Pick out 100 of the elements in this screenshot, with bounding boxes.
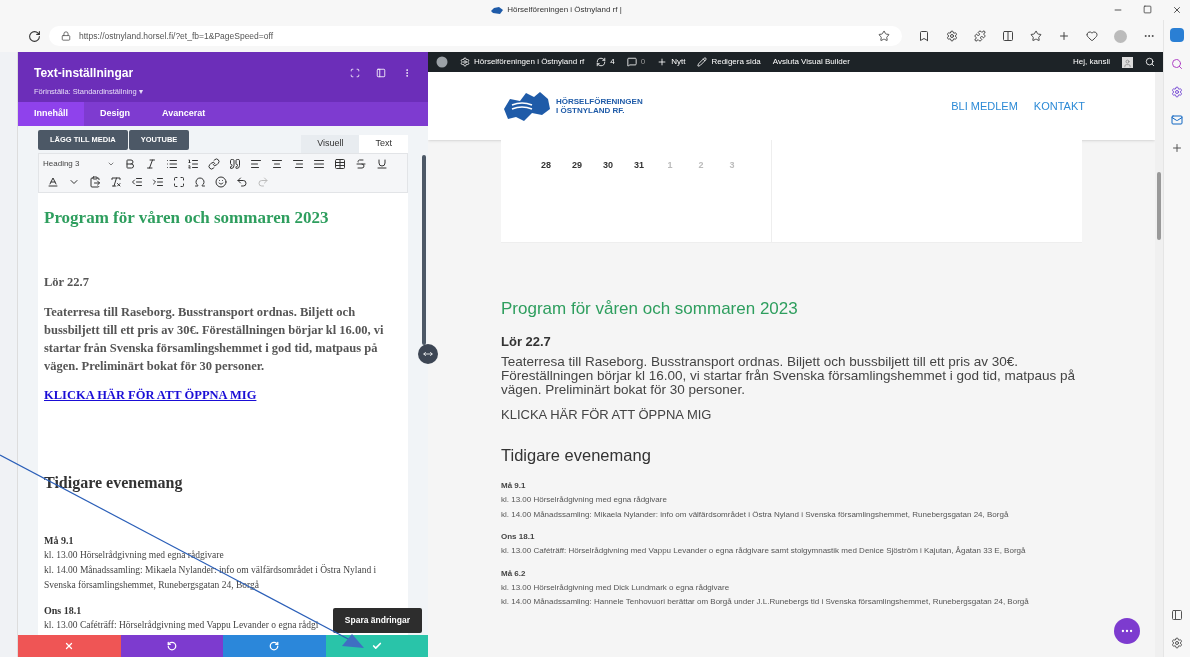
caret-icon (107, 160, 115, 168)
panel-tab[interactable]: Design (84, 102, 147, 126)
calendar-day[interactable]: 28 (537, 159, 555, 242)
omega-icon[interactable] (194, 176, 206, 188)
bold-icon[interactable] (124, 158, 136, 170)
maximize-icon[interactable] (1143, 5, 1152, 14)
panel-tab[interactable]: Avancerat (146, 102, 222, 126)
arrows-icon (423, 349, 433, 359)
event-date: Ons 18.1 (44, 604, 83, 618)
align-center-icon[interactable] (271, 158, 283, 170)
event-date: Må 6.2 (501, 567, 527, 580)
justify-icon[interactable] (313, 158, 325, 170)
strikethrough-icon[interactable] (355, 158, 367, 170)
tools-icon[interactable] (1171, 86, 1183, 98)
logo-text: I ÖSTNYLAND RF. (556, 106, 626, 115)
outdent-icon[interactable] (131, 176, 143, 188)
logo-icon[interactable] (502, 89, 552, 123)
close-icon (64, 641, 75, 651)
panel-scrollbar[interactable] (422, 155, 426, 345)
paste-icon[interactable] (89, 176, 101, 188)
save-tooltip: Spara ändringar (332, 608, 422, 633)
reload-icon[interactable] (28, 29, 41, 43)
calendar-day[interactable]: 31 (630, 159, 648, 242)
event-line: kl. 13.00 Hörselrådgivning med egna rådgivare (44, 549, 224, 562)
event-line: kl. 13.00 Caféträff: Hörselrådgivning med Vappu Levander o egna rådgivare samt stolgymnastik med Denice Sjöström i Kajutan, Ågatan 33 E, Borgå (501, 545, 1027, 558)
plus-icon (657, 57, 668, 67)
extensions-icon[interactable] (974, 30, 986, 42)
event-line: kl. 13.00 Hörselrådgivning med Dick Lundmark o egna rådgivare (501, 581, 731, 594)
indent-icon[interactable] (152, 176, 164, 188)
table-icon[interactable] (334, 158, 346, 170)
add-icon[interactable] (1171, 142, 1183, 154)
editor-link[interactable]: KLICKA HÄR FÖR ATT ÖPPNA MIG (44, 386, 402, 405)
split-screen-icon[interactable] (1002, 30, 1014, 42)
focus-icon[interactable] (350, 68, 360, 78)
settings-icon[interactable] (1171, 637, 1183, 649)
check-icon (371, 641, 382, 651)
bullet-list-icon[interactable] (166, 158, 178, 170)
page-heading: Program för våren och sommaren 2023 (501, 298, 799, 320)
emoji-icon[interactable] (215, 176, 227, 188)
mail-icon[interactable] (1171, 114, 1183, 126)
exit-builder-link[interactable]: Avsluta Visual Builder (772, 56, 850, 68)
dock-icon[interactable] (376, 68, 386, 78)
pencil-icon (697, 57, 708, 67)
event-line: kl. 13.00 Caféträff: Hörselrådgivning med Vappu Levander o egna rådgi (44, 619, 319, 632)
collections-icon[interactable] (1058, 30, 1070, 42)
page-section-heading: Tidigare evenemang (501, 444, 652, 466)
clear-format-icon[interactable] (110, 176, 122, 188)
numbered-list-icon[interactable] (187, 158, 199, 170)
text-color-icon[interactable] (47, 176, 59, 188)
account-link[interactable]: Hej, kansli (1073, 56, 1110, 68)
address-field[interactable]: https://ostnyland.horsel.fi/?et_fb=1&PageSpeed=off (49, 26, 902, 46)
page-link[interactable]: KLICKA HÄR FÖR ATT ÖPPNA MIG (501, 405, 1082, 425)
comments-link[interactable]: 0 (626, 56, 646, 68)
search-icon[interactable] (1145, 57, 1155, 67)
user-icon (1123, 58, 1132, 68)
link-icon[interactable] (208, 158, 220, 170)
sidebar-icon[interactable] (1171, 609, 1183, 621)
favorite-icon[interactable] (878, 30, 890, 42)
quote-icon[interactable] (229, 158, 241, 170)
refresh-icon (596, 57, 607, 67)
editor-tab[interactable]: Text (359, 135, 408, 153)
site-name-link[interactable]: Hörselföreningen i Östnyland rf (460, 56, 585, 68)
favorites-icon[interactable] (1030, 30, 1042, 42)
page-scrollbar[interactable] (1155, 72, 1163, 657)
page-date: Lör 22.7 (501, 332, 552, 351)
editor-area[interactable] (38, 193, 408, 635)
resize-handle[interactable] (418, 344, 438, 364)
updates-link[interactable]: 4 (596, 56, 615, 68)
event-line: kl. 13.00 Hörselrådgivning med egna rådgivare (501, 494, 668, 507)
calendar-day[interactable]: 29 (568, 159, 586, 242)
page-paragraph: Teaterresa till Raseborg. Busstransport ordnas. Biljett och bussbiljett till ett pris av 30€. Föreställningen börjar kl 16.00, vi startar från Svenska församlingshemmet i god tid, matpaus på vägen. Preliminärt bokat för 30 personer. (501, 355, 1077, 397)
undo-icon[interactable] (236, 176, 248, 188)
event-date: Ons 18.1 (501, 531, 536, 544)
panel-title: Text-inställningar (34, 65, 135, 82)
underline-icon[interactable] (376, 158, 388, 170)
calendar-day[interactable]: 30 (599, 159, 617, 242)
event-date: Må 9.1 (501, 480, 527, 493)
nav-link[interactable]: BLI MEDLEM (951, 97, 1018, 115)
format-select[interactable]: Heading 3 (43, 158, 115, 170)
undo-icon (166, 641, 177, 651)
nav-link[interactable]: KONTAKT (1033, 97, 1085, 115)
user-avatar[interactable] (1122, 56, 1133, 68)
lock-icon (61, 31, 71, 41)
align-right-icon[interactable] (292, 158, 304, 170)
italic-icon[interactable] (145, 158, 157, 170)
edit-page-link[interactable]: Redigera sida (697, 56, 761, 68)
new-link[interactable]: Nytt (657, 56, 686, 68)
tab-title[interactable]: Hörselföreningen i Östnyland rf | (507, 4, 622, 16)
fullscreen-icon[interactable] (173, 176, 185, 188)
panel-tab[interactable]: Innehåll (18, 102, 84, 126)
copilot-icon[interactable] (1170, 28, 1184, 42)
align-left-icon[interactable] (250, 158, 262, 170)
editor-heading: Program för våren och sommaren 2023 (44, 207, 330, 229)
redo-icon (269, 641, 280, 651)
event-line: kl. 14.00 Månadssamling: Hannele Tenhovuori berättar om Borgå under J.L.Runebergs tid i Svenska församlingshemmet, Runebergsgatan 24, Borgå (501, 596, 1030, 609)
health-icon[interactable] (1086, 30, 1098, 42)
logo-text: HÖRSELFÖRENINGEN (556, 97, 643, 106)
close-icon[interactable] (1172, 5, 1182, 15)
editor-tab[interactable]: Visuell (301, 135, 360, 153)
editor-paragraph: Teaterresa till Raseborg. Busstransport ordnas. Biljett och bussbiljett till ett pris av 30€. Föreställningen börjar kl 16.00, vi startar från Svenska församlingshemmet i god tid, matpaus på vägen. Preliminärt bokat för 30 personer. (44, 304, 385, 376)
